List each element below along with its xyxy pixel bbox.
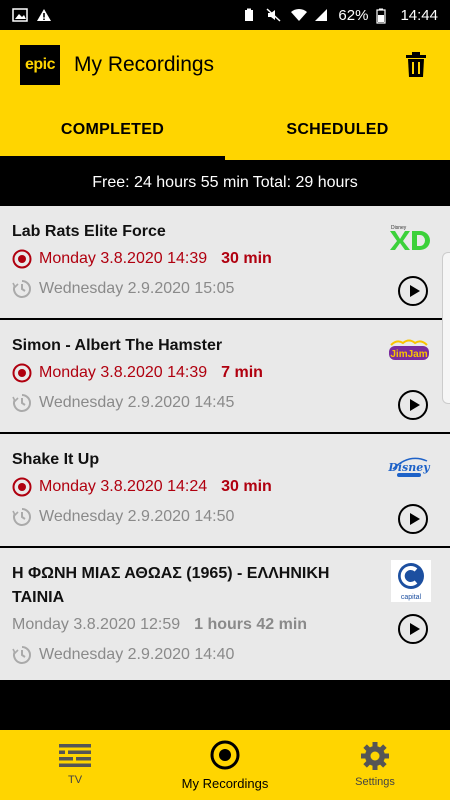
delete-button[interactable] xyxy=(402,51,430,79)
signal-icon xyxy=(314,8,330,22)
tab-completed[interactable]: COMPLETED xyxy=(0,100,225,160)
record-icon xyxy=(12,477,32,497)
battery-level: 62% xyxy=(338,6,369,24)
recorded-date: Monday 3.8.2020 14:39 xyxy=(39,250,208,267)
tab-bar: COMPLETED SCHEDULED xyxy=(0,100,450,160)
storage-total: Total: 29 hours xyxy=(252,174,358,191)
recording-title: Shake It Up xyxy=(12,451,100,468)
play-button[interactable] xyxy=(398,390,428,420)
bottom-nav: TV My Recordings Settings xyxy=(0,730,450,800)
nav-label: TV xyxy=(67,774,83,786)
battery-icon xyxy=(376,8,392,24)
app-bar: epic My Recordings xyxy=(0,30,450,100)
expiry-clock-icon xyxy=(12,280,31,298)
nav-label: My Recordings xyxy=(181,775,269,791)
warning-icon xyxy=(36,8,52,22)
recorded-date: Monday 3.8.2020 14:24 xyxy=(39,478,208,495)
expiry-date: Wednesday 2.9.2020 14:45 xyxy=(39,394,235,411)
expiry-row: Wednesday 2.9.2020 14:50 xyxy=(12,502,438,532)
play-button[interactable] xyxy=(398,276,428,306)
recording-duration: 7 min xyxy=(221,364,263,381)
jimjam-logo: JimJam xyxy=(386,334,432,368)
svg-text:Disney: Disney xyxy=(387,461,431,474)
recording-item[interactable]: Η ΦΩΝΗ ΜΙΑΣ ΑΘΩΑΣ (1965) - ΕΛΛΗΝΙΚΗ ΤΑΙΝ… xyxy=(0,548,450,682)
disney-channel-logo: Disney xyxy=(386,448,432,482)
record-icon xyxy=(210,740,240,769)
recorded-date: Monday 3.8.2020 12:59 xyxy=(12,616,181,633)
recording-title: Lab Rats Elite Force xyxy=(12,223,166,240)
mute-icon xyxy=(266,8,282,22)
recording-item[interactable]: Lab Rats Elite Force Monday 3.8.2020 14:… xyxy=(0,206,450,320)
recorded-row: Monday 3.8.2020 14:24 30 min xyxy=(12,472,438,502)
recording-title: Simon - Albert The Hamster xyxy=(12,337,223,354)
record-icon xyxy=(12,363,32,383)
page-title: My Recordings xyxy=(74,53,215,76)
expiry-clock-icon xyxy=(12,508,31,526)
storage-summary: Free: 24 hours 55 min Total: 29 hours xyxy=(0,160,450,206)
svg-text:JimJam: JimJam xyxy=(390,349,427,360)
nav-tv[interactable]: TV xyxy=(0,730,150,800)
gear-icon xyxy=(361,742,389,770)
nav-settings[interactable]: Settings xyxy=(300,730,450,800)
expiry-row: Wednesday 2.9.2020 15:05 xyxy=(12,274,438,304)
expiry-row: Wednesday 2.9.2020 14:45 xyxy=(12,388,438,418)
epic-logo: epic xyxy=(20,45,60,85)
recorded-row: Monday 3.8.2020 12:59 1 hours 42 min xyxy=(12,610,438,640)
tab-scheduled[interactable]: SCHEDULED xyxy=(225,100,450,160)
expiry-clock-icon xyxy=(12,394,31,412)
play-button[interactable] xyxy=(398,504,428,534)
expiry-date: Wednesday 2.9.2020 15:05 xyxy=(39,280,235,297)
play-icon xyxy=(409,399,420,411)
storage-free: Free: 24 hours 55 min xyxy=(92,174,249,191)
recorded-row: Monday 3.8.2020 14:39 30 min xyxy=(12,244,438,274)
record-icon xyxy=(12,249,32,269)
recording-duration: 1 hours 42 min xyxy=(194,616,308,633)
play-icon xyxy=(409,513,420,525)
capital-logo: capital xyxy=(390,560,432,602)
expiry-row: Wednesday 2.9.2020 14:40 xyxy=(12,640,438,670)
status-bar: 62% 14:44 xyxy=(0,0,450,30)
gallery-notification-icon xyxy=(12,8,28,22)
recordings-list: Lab Rats Elite Force Monday 3.8.2020 14:… xyxy=(0,206,450,682)
nav-label: Settings xyxy=(355,776,395,788)
svg-text:capital: capital xyxy=(401,594,422,601)
tv-guide-icon xyxy=(59,744,91,767)
recorded-row: Monday 3.8.2020 14:39 7 min xyxy=(12,358,438,388)
expiry-clock-icon xyxy=(12,646,31,664)
expiry-date: Wednesday 2.9.2020 14:50 xyxy=(39,508,235,525)
recording-item[interactable]: Shake It Up Monday 3.8.2020 14:24 30 min… xyxy=(0,434,450,548)
play-button[interactable] xyxy=(398,614,428,644)
recording-duration: 30 min xyxy=(221,478,272,495)
play-icon xyxy=(409,285,420,297)
nav-my-recordings[interactable]: My Recordings xyxy=(150,730,300,800)
recording-duration: 30 min xyxy=(221,250,272,267)
expiry-date: Wednesday 2.9.2020 14:40 xyxy=(39,646,235,663)
recording-item[interactable]: Simon - Albert The Hamster Monday 3.8.20… xyxy=(0,320,450,434)
battery-saver-icon xyxy=(242,8,258,22)
svg-text:Disney: Disney xyxy=(391,225,407,231)
wifi-icon xyxy=(290,8,308,22)
scroll-indicator[interactable] xyxy=(442,252,450,404)
clock: 14:44 xyxy=(400,6,438,24)
play-icon xyxy=(409,623,420,635)
recorded-date: Monday 3.8.2020 14:39 xyxy=(39,364,208,381)
recording-title: Η ΦΩΝΗ ΜΙΑΣ ΑΘΩΑΣ (1965) - ΕΛΛΗΝΙΚΗ ΤΑΙΝ… xyxy=(12,565,330,606)
disney-xd-logo: Disney xyxy=(386,220,432,254)
trash-icon xyxy=(406,52,426,77)
